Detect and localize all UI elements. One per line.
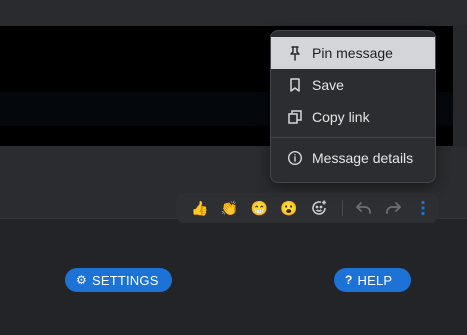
surprised-emoji: 😮 [280, 200, 298, 216]
add-reaction-button[interactable] [304, 193, 334, 223]
menu-item-label: Copy link [312, 109, 370, 125]
copy-icon [288, 110, 302, 124]
settings-label: SETTINGS [91, 272, 159, 288]
menu-item-save[interactable]: Save [271, 69, 435, 101]
more-vertical-icon [421, 200, 425, 216]
menu-item-label: Save [312, 77, 344, 93]
question-icon: ? [345, 273, 353, 287]
bookmark-icon [290, 78, 300, 92]
reply-button[interactable] [349, 193, 379, 223]
grin-emoji: 😁 [250, 200, 269, 216]
thumbs-up-emoji: 👍 [191, 200, 209, 216]
reply-icon [355, 202, 371, 214]
pin-icon [290, 46, 300, 61]
help-label: HELP [357, 272, 393, 288]
message-action-bar: 👍 👏 😁 😮 [176, 193, 438, 223]
menu-item-pin-message[interactable]: Pin message [271, 37, 435, 69]
forward-button[interactable] [378, 193, 408, 223]
forward-icon [386, 202, 402, 214]
more-options-button[interactable] [408, 193, 438, 223]
action-separator [341, 200, 343, 216]
menu-item-label: Pin message [312, 45, 393, 61]
react-clap[interactable]: 👏 [215, 193, 245, 223]
clap-emoji: 👏 [220, 200, 239, 216]
top-strip [0, 0, 467, 26]
menu-item-copy-link[interactable]: Copy link [271, 101, 435, 133]
help-button[interactable]: ? HELP [334, 268, 411, 292]
react-thumbs-up[interactable]: 👍 [185, 193, 215, 223]
gear-icon: ⚙ [76, 273, 87, 287]
message-context-menu: Pin message Save Copy link Message detai… [270, 30, 436, 183]
menu-divider [271, 137, 435, 138]
menu-item-message-details[interactable]: Message details [271, 142, 435, 174]
react-grin[interactable]: 😁 [245, 193, 275, 223]
menu-item-label: Message details [312, 150, 414, 166]
react-surprised[interactable]: 😮 [274, 193, 304, 223]
info-icon [287, 150, 303, 166]
add-reaction-icon [312, 200, 326, 215]
settings-button[interactable]: ⚙ SETTINGS [65, 268, 172, 292]
